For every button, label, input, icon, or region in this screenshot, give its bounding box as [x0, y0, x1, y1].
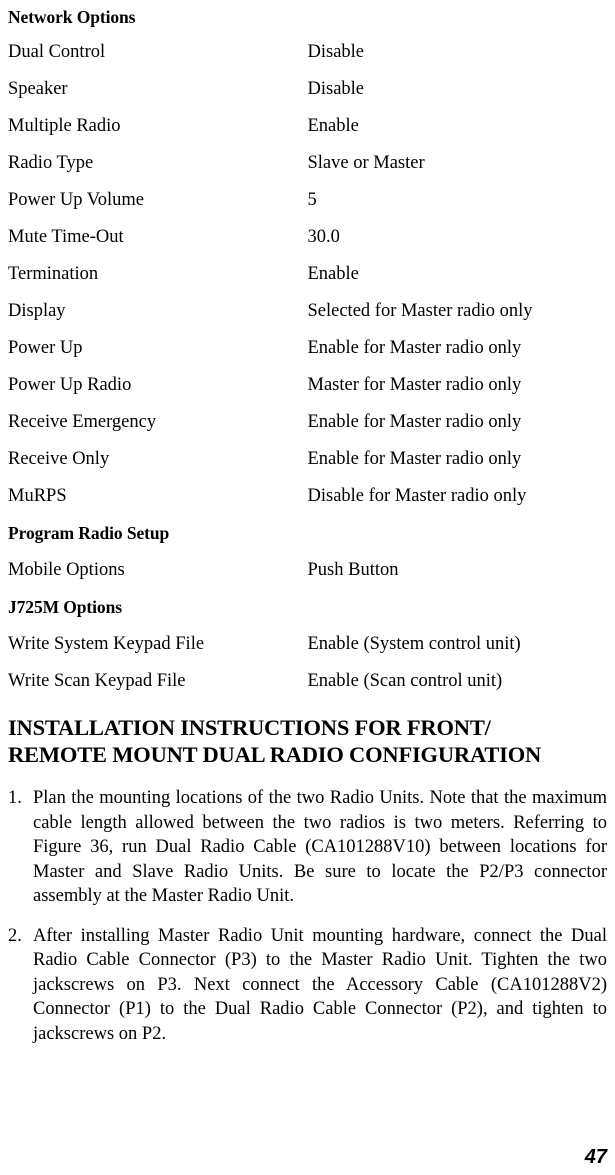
table-row: Power Up Volume 5: [8, 182, 607, 219]
table-row: Dual Control Disable: [8, 34, 607, 71]
table-row: Write System Keypad File Enable (System …: [8, 626, 607, 663]
table-row: Receive Emergency Enable for Master radi…: [8, 404, 607, 441]
setting-value: Slave or Master: [307, 153, 425, 173]
page-number: 47: [584, 1146, 607, 1168]
instruction-steps-list: 1. Plan the mounting locations of the tw…: [8, 786, 607, 1046]
setting-value: Push Button: [307, 560, 399, 580]
setting-label: Mobile Options: [8, 560, 125, 580]
setting-value: Enable (System control unit): [307, 634, 521, 654]
setting-label: Radio Type: [8, 153, 94, 173]
setting-label: Power Up Volume: [8, 190, 145, 210]
setting-value: Enable: [307, 116, 359, 136]
settings-section-heading: Program Radio Setup: [8, 523, 170, 543]
settings-table-body: Network Options Dual Control Disable Spe…: [8, 0, 607, 700]
table-row: Receive Only Enable for Master radio onl…: [8, 441, 607, 478]
installation-instructions-heading: INSTALLATION INSTRUCTIONS FOR FRONT/ REM…: [8, 715, 542, 767]
settings-section-heading: Network Options: [8, 7, 136, 27]
setting-value: Enable for Master radio only: [307, 412, 522, 432]
table-row: Power Up Radio Master for Master radio o…: [8, 367, 607, 404]
setting-value: Disable: [307, 79, 365, 99]
settings-section-heading-row: Network Options: [8, 0, 607, 34]
setting-value: Enable (Scan control unit): [307, 671, 503, 691]
setting-label: MuRPS: [8, 486, 67, 506]
setting-label: Speaker: [8, 79, 68, 99]
setting-label: Display: [8, 301, 66, 321]
setting-value: Selected for Master radio only: [307, 301, 533, 321]
table-row: Speaker Disable: [8, 71, 607, 108]
step-number: 2.: [8, 925, 22, 946]
setting-label: Write System Keypad File: [8, 634, 205, 654]
setting-value: Disable for Master radio only: [307, 486, 527, 506]
settings-table: Network Options Dual Control Disable Spe…: [8, 0, 607, 700]
setting-value: Master for Master radio only: [307, 375, 522, 395]
setting-value: Enable: [307, 264, 359, 284]
setting-value: Enable for Master radio only: [307, 338, 522, 358]
table-row: Termination Enable: [8, 256, 607, 293]
table-row: Radio Type Slave or Master: [8, 145, 607, 182]
table-row: Write Scan Keypad File Enable (Scan cont…: [8, 663, 607, 700]
table-row: Multiple Radio Enable: [8, 108, 607, 145]
settings-section-heading: J725M Options: [8, 597, 122, 617]
settings-section-heading-row: J725M Options: [8, 589, 607, 626]
setting-label: Power Up: [8, 338, 83, 358]
setting-label: Receive Emergency: [8, 412, 157, 432]
setting-value: Enable for Master radio only: [307, 449, 522, 469]
setting-label: Receive Only: [8, 449, 110, 469]
document-page: Network Options Dual Control Disable Spe…: [0, 0, 615, 1175]
step-text: After installing Master Radio Unit mount…: [33, 925, 607, 1044]
settings-section-heading-row: Program Radio Setup: [8, 515, 607, 552]
setting-label: Termination: [8, 264, 99, 284]
list-item: 1. Plan the mounting locations of the tw…: [8, 786, 607, 909]
table-row: Power Up Enable for Master radio only: [8, 330, 607, 367]
table-row: Display Selected for Master radio only: [8, 293, 607, 330]
table-row: Mobile Options Push Button: [8, 552, 607, 589]
setting-value: 5: [307, 190, 317, 210]
setting-label: Dual Control: [8, 42, 106, 62]
table-row: MuRPS Disable for Master radio only: [8, 478, 607, 515]
setting-label: Mute Time-Out: [8, 227, 124, 247]
table-row: Mute Time-Out 30.0: [8, 219, 607, 256]
setting-label: Power Up Radio: [8, 375, 132, 395]
step-number: 1.: [8, 788, 22, 808]
list-item: 2. After installing Master Radio Unit mo…: [8, 924, 607, 1047]
step-text: Plan the mounting locations of the two R…: [33, 788, 607, 906]
setting-label: Write Scan Keypad File: [8, 671, 186, 691]
setting-value: 30.0: [307, 227, 340, 247]
setting-value: Disable: [307, 42, 365, 62]
setting-label: Multiple Radio: [8, 116, 121, 136]
